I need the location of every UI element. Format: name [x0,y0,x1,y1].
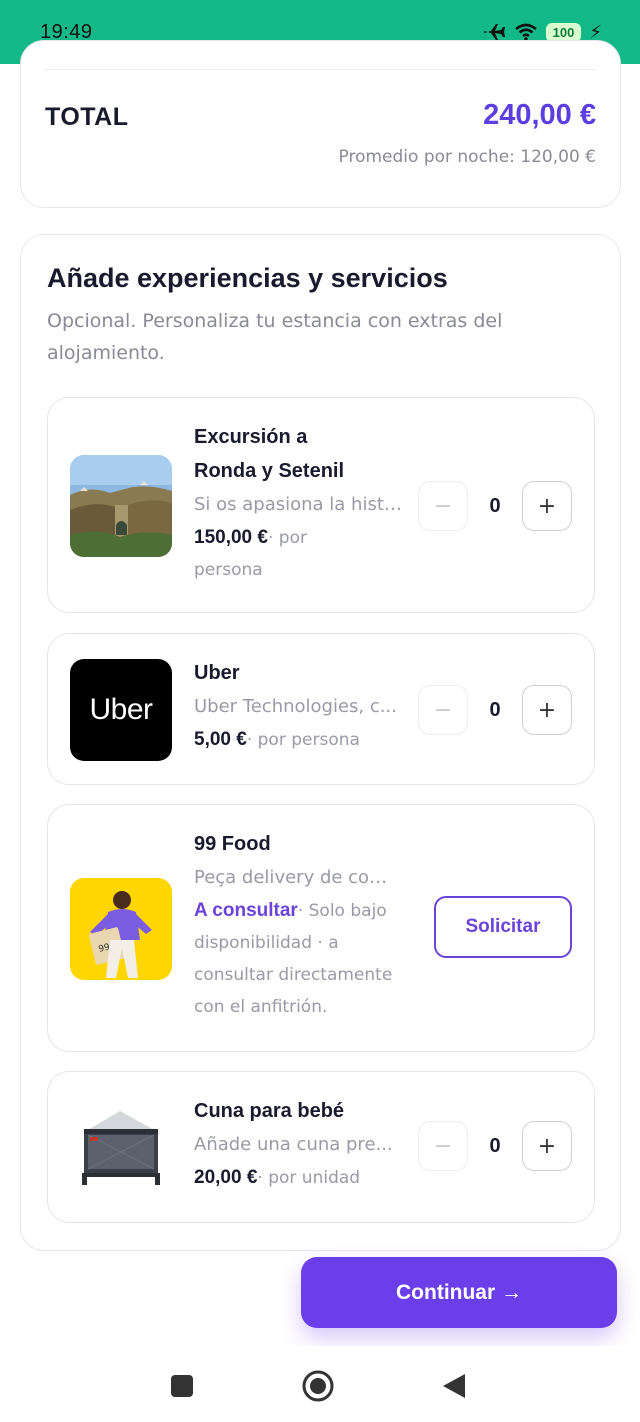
total-summary-card: TOTAL 240,00 € Promedio por noche: 120,0… [20,40,621,208]
99food-text: 99 Food Peça delivery de comida A consul… [194,827,414,1023]
extra-item-excursion: Excursión a Ronda y Setenil Si os apasio… [47,397,595,613]
item-price-unit: · por persona [246,730,360,750]
item-price: 20,00 € [194,1167,258,1188]
square-icon [171,1375,193,1397]
divider [45,69,596,70]
item-name-line2: Ronda y Setenil [194,460,345,482]
recents-button[interactable] [164,1368,200,1404]
uber-logo: Uber [70,659,172,761]
item-description: Peça delivery de comida [194,867,404,888]
circle-icon [302,1370,334,1402]
increment-button[interactable]: + [522,685,572,735]
home-button[interactable] [300,1368,336,1404]
quantity-value: 0 [489,494,501,517]
item-price-unit: · por unidad [257,1168,361,1188]
item-description: Si os apasiona la historia... [194,494,404,515]
average-per-night: Promedio por noche: 120,00 € [338,147,596,167]
wifi-icon [514,23,537,41]
item-price-line: 150,00 €· por [194,522,404,554]
request-button[interactable]: Solicitar [434,896,572,958]
baby-crib-photo [70,1097,172,1199]
item-name: 99 Food [194,833,271,855]
item-description: Añade una cuna pre... [194,1134,393,1155]
item-price-line: 5,00 €· por persona [194,724,404,756]
triangle-back-icon [443,1374,465,1398]
item-price-unit-line2: persona [194,560,263,580]
decrement-button[interactable]: − [418,1121,468,1171]
excursion-text: Excursión a Ronda y Setenil Si os apasio… [194,420,404,586]
decrement-button[interactable]: − [418,481,468,531]
quantity-stepper: − 0 + [418,481,572,531]
item-price-line: 20,00 €· por unidad [194,1162,404,1194]
uber-text: Uber Uber Technologies, c... 5,00 €· por… [194,656,404,756]
item-price-unit: · por [267,528,307,548]
increment-button[interactable]: + [522,481,572,531]
99food-courier-photo: 99 [70,878,172,980]
ronda-bridge-photo [70,455,172,557]
item-name: Cuna para bebé [194,1100,345,1122]
consult-note-line4: con el anfitrión. [194,997,328,1017]
consult-note-line3: consultar directamente [194,965,393,985]
item-name: Uber [194,662,240,684]
total-amount: 240,00 € [483,99,596,131]
quantity-stepper: − 0 + [418,685,572,735]
consult-note-line2: disponibilidad · a [194,933,339,953]
increment-button[interactable]: + [522,1121,572,1171]
extras-subtitle: Opcional. Personaliza tu estancia con ex… [47,310,503,364]
extras-title: Añade experiencias y servicios [47,263,448,293]
back-button[interactable] [436,1368,472,1404]
quantity-stepper: − 0 + [418,1121,572,1171]
extra-item-crib: Cuna para bebé Añade una cuna pre... 20,… [47,1071,595,1223]
consult-line: A consultar· Solo bajo [194,895,414,927]
item-price: 150,00 € [194,527,268,548]
decrement-button[interactable]: − [418,685,468,735]
uber-logo-text: Uber [89,693,153,726]
total-label: TOTAL [45,103,129,131]
item-price: 5,00 € [194,729,247,750]
quantity-value: 0 [489,698,501,721]
navigation-bar [0,1346,640,1422]
extra-item-99food: 99 99 Food Peça delivery de comida A con… [47,804,595,1052]
item-name: Excursión a [194,426,308,448]
crib-text: Cuna para bebé Añade una cuna pre... 20,… [194,1094,404,1194]
extra-item-uber: Uber Uber Uber Technologies, c... 5,00 €… [47,633,595,785]
extras-card: Añade experiencias y servicios Opcional.… [20,234,621,1251]
quantity-value: 0 [489,1134,501,1157]
item-description: Uber Technologies, c... [194,696,397,717]
airplane-icon [483,24,505,40]
consult-label: A consultar [194,900,298,921]
battery-level: 100 [545,22,582,42]
continue-button[interactable]: Continuar → [301,1257,617,1328]
consult-note: · Solo bajo [297,901,387,921]
